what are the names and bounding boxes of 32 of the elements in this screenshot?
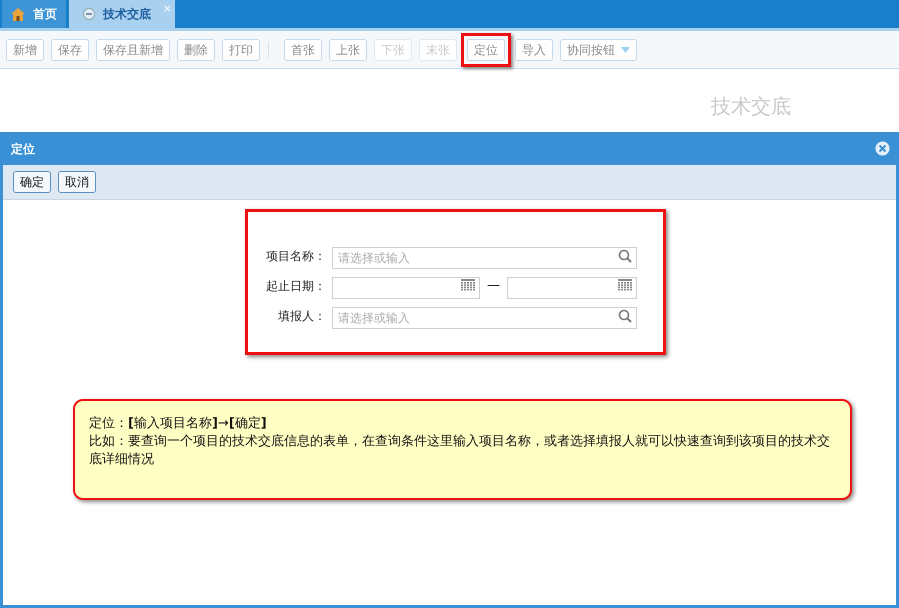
toolbar-button[interactable]: 新增 <box>6 38 44 60</box>
input-field[interactable] <box>332 277 480 299</box>
input-field[interactable]: 请选择或输入 <box>332 307 637 329</box>
calendar-icon[interactable] <box>618 279 632 291</box>
toolbar-button[interactable]: 上张 <box>329 38 367 60</box>
toolbar-button[interactable]: 协同按钮 <box>560 38 637 60</box>
search-icon[interactable] <box>618 309 632 323</box>
callout-text: 比如：要查询一个项目的技术交底信息的表单，在查询条件这里输入项目名称，或者选择填报人就可以快速查询到该项目的技术交底详细情况 <box>89 433 831 469</box>
tab[interactable]: 技术交底 × <box>69 0 175 28</box>
close-icon[interactable] <box>875 141 890 156</box>
dialog-button[interactable]: 取消 <box>58 171 96 193</box>
toolbar-button[interactable]: 保存 <box>51 38 89 60</box>
circle-icon <box>83 8 95 20</box>
field-label: 填报人： <box>277 308 327 325</box>
callout-text: 定位：[输入项目名称]→[确定] <box>89 415 268 433</box>
house-icon <box>11 8 25 20</box>
search-icon[interactable] <box>618 249 632 263</box>
field-label: 起止日期： <box>265 278 327 295</box>
field-label: 项目名称： <box>265 248 327 265</box>
dialog-title: 定位 <box>11 140 35 158</box>
range-separator: — <box>486 277 501 296</box>
input-field[interactable] <box>507 277 637 299</box>
toolbar-button[interactable]: 首张 <box>284 38 322 60</box>
toolbar-button[interactable]: 定位 <box>467 38 505 60</box>
toolbar-button[interactable]: 打印 <box>222 38 260 60</box>
toolbar-button[interactable]: 导入 <box>515 38 553 60</box>
calendar-icon[interactable] <box>461 279 475 291</box>
input-field[interactable]: 请选择或输入 <box>332 247 637 269</box>
toolbar-button[interactable]: 删除 <box>177 38 215 60</box>
dialog-button[interactable]: 确定 <box>13 171 51 193</box>
tab[interactable]: 首页 <box>2 0 66 28</box>
toolbar-button[interactable]: 保存且新增 <box>96 38 170 60</box>
